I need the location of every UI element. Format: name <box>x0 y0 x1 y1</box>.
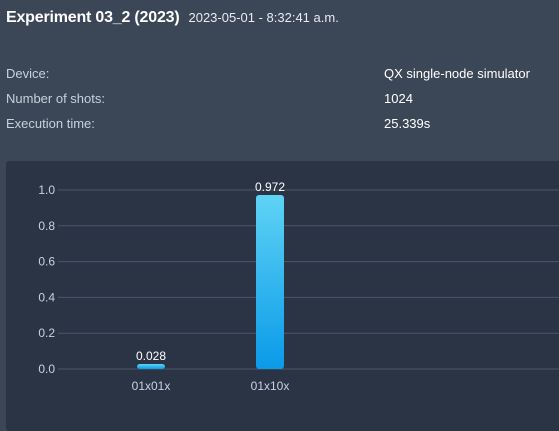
y-tick-label: 0.0 <box>38 362 55 376</box>
detail-row-shots: Number of shots: 1024 <box>6 91 559 116</box>
y-tick-label: 0.2 <box>38 326 55 340</box>
y-axis: 0.0 0.2 0.4 0.6 0.8 1.0 <box>38 183 55 376</box>
device-label: Device: <box>6 66 50 81</box>
y-tick-label: 0.4 <box>38 290 55 304</box>
x-category-label: 01x01x <box>132 379 171 393</box>
y-tick-label: 0.8 <box>38 219 55 233</box>
experiment-title: Experiment 03_2 (2023) <box>6 9 180 26</box>
detail-row-execution-time: Execution time: 25.339s <box>6 116 559 141</box>
bar-value-label: 0.972 <box>255 180 285 194</box>
experiment-header: Experiment 03_2 (2023) 2023-05-01 - 8:32… <box>6 9 339 29</box>
histogram-card: 0.0 0.2 0.4 0.6 0.8 1.0 0.028 01x01x 0.972 01x10… <box>6 161 559 431</box>
execution-time-value: 25.339s <box>384 116 431 131</box>
bar-value-label: 0.028 <box>136 349 166 363</box>
bar-layer <box>137 195 284 369</box>
shots-label: Number of shots: <box>6 91 105 106</box>
grid-layer <box>58 189 559 370</box>
execution-time-label: Execution time: <box>6 116 95 131</box>
device-value: QX single-node simulator <box>384 66 530 81</box>
bar-01x10x[interactable] <box>256 195 284 369</box>
experiment-timestamp: 2023-05-01 - 8:32:41 a.m. <box>188 10 339 25</box>
x-category-label: 01x10x <box>251 379 290 393</box>
results-histogram: 0.0 0.2 0.4 0.6 0.8 1.0 0.028 01x01x 0.972 01x10… <box>38 180 559 393</box>
shots-value: 1024 <box>384 91 413 106</box>
experiment-details: Device: QX single-node simulator Number … <box>6 66 559 141</box>
detail-row-device: Device: QX single-node simulator <box>6 66 559 91</box>
y-tick-label: 0.6 <box>38 255 55 269</box>
y-tick-label: 1.0 <box>38 183 55 197</box>
bar-01x01x[interactable] <box>137 363 165 369</box>
